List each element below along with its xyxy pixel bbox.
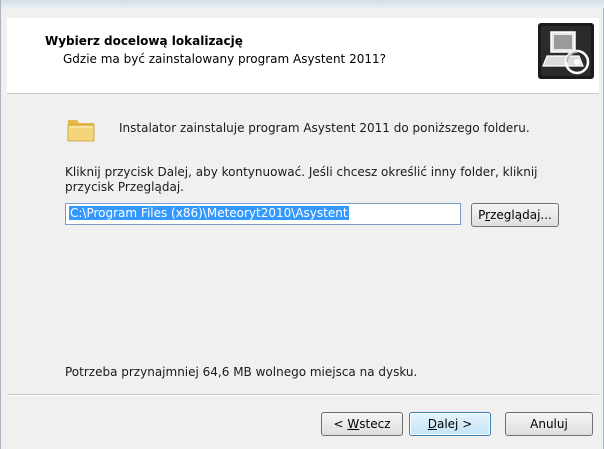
install-path-value: C:\Program Files (x86)\Meteoryt2010\Asys…: [69, 206, 349, 220]
folder-icon: [67, 120, 95, 142]
install-path-input[interactable]: C:\Program Files (x86)\Meteoryt2010\Asys…: [65, 203, 461, 225]
page-title: Wybierz docelową lokalizację: [45, 34, 243, 48]
page-subtitle: Gdzie ma być zainstalowany program Asyst…: [63, 52, 386, 66]
computer-disk-icon: [538, 23, 594, 79]
install-location-text: Instalator zainstaluje program Asystent …: [119, 121, 530, 135]
browse-button[interactable]: Przeglądaj...: [471, 203, 559, 227]
wizard-content: Instalator zainstaluje program Asystent …: [7, 95, 599, 385]
footer-divider: [7, 394, 599, 396]
back-button[interactable]: < Wstecz: [321, 412, 403, 436]
disk-space-text: Potrzeba przynajmniej 64,6 MB wolnego mi…: [65, 365, 418, 379]
instruction-text: Kliknij przycisk Dalej, aby kontynuować.…: [65, 165, 538, 194]
wizard-header: Wybierz docelową lokalizację Gdzie ma by…: [7, 18, 599, 94]
cancel-button[interactable]: Anuluj: [505, 412, 593, 436]
title-bar-strip: [1, 0, 604, 8]
installer-window: Wybierz docelową lokalizację Gdzie ma by…: [0, 0, 604, 449]
next-button[interactable]: Dalej >: [409, 412, 491, 436]
